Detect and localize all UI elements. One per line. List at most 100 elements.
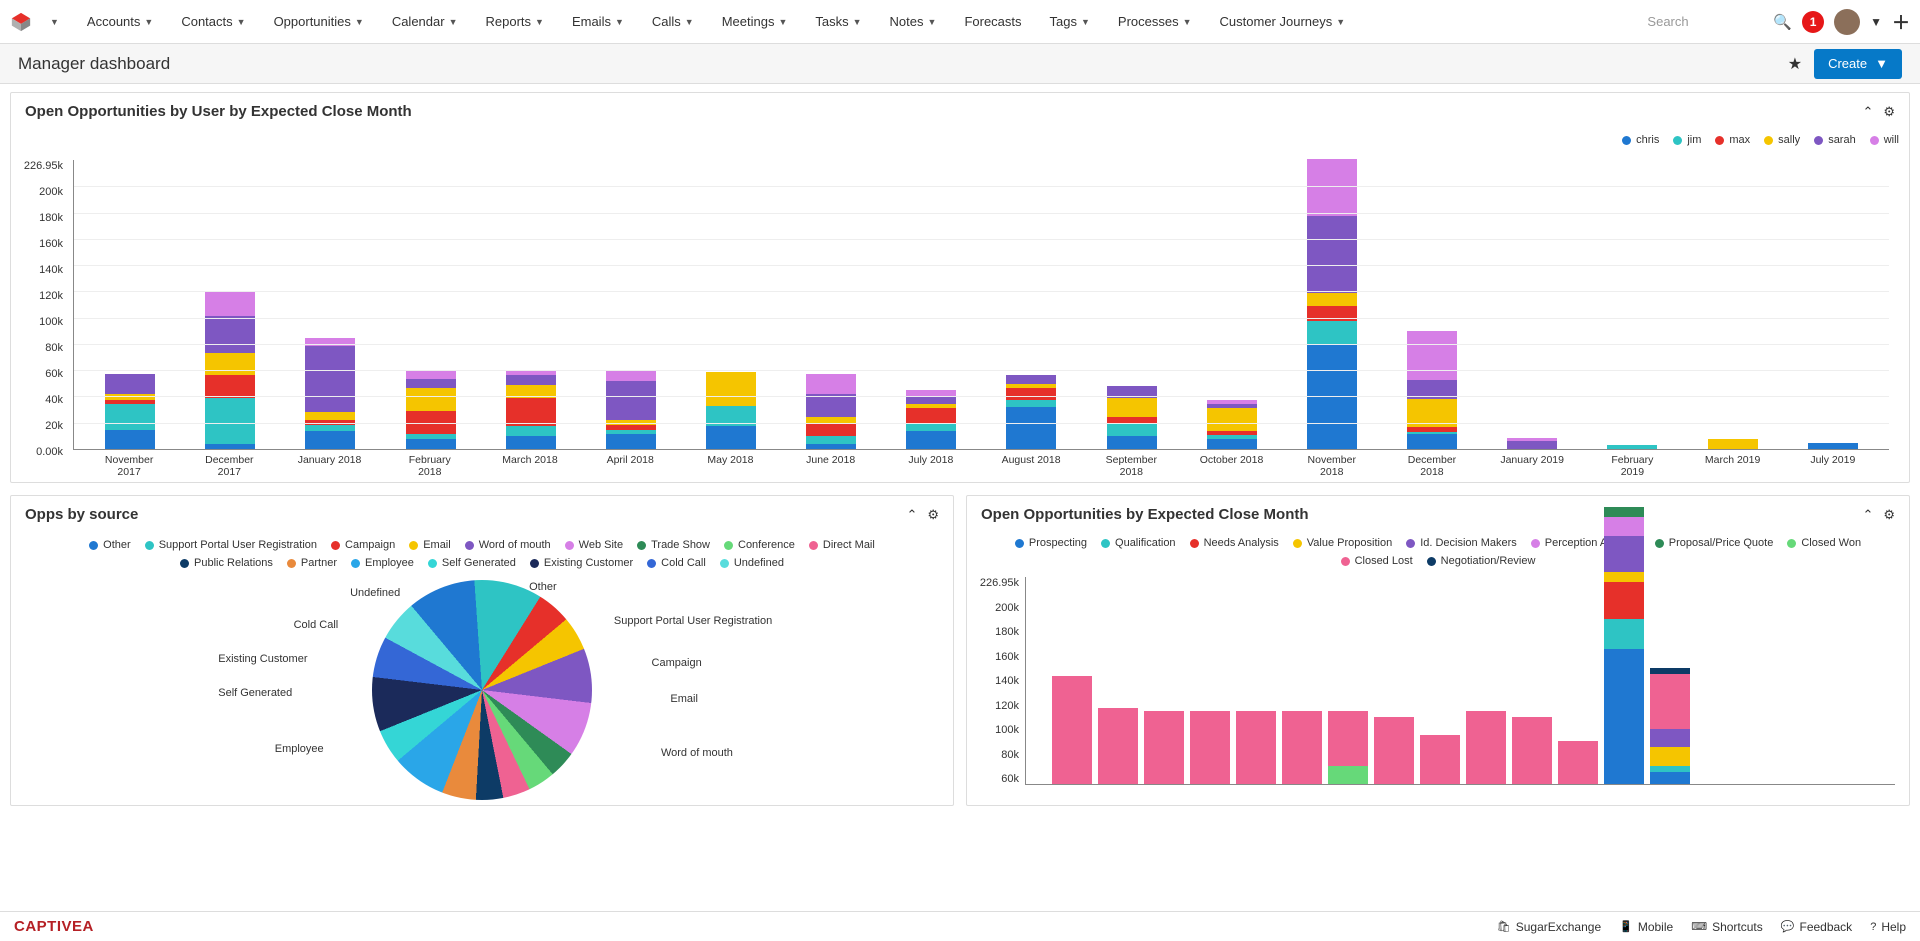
nav-item-processes[interactable]: Processes▼ bbox=[1104, 0, 1206, 44]
bar-column[interactable] bbox=[606, 371, 656, 449]
footer-link-feedback[interactable]: 💬Feedback bbox=[1781, 920, 1852, 934]
quick-create-icon[interactable]: ＋ bbox=[1892, 9, 1910, 35]
legend-item[interactable]: Self Generated bbox=[428, 557, 516, 569]
nav-item-accounts[interactable]: Accounts▼ bbox=[73, 0, 167, 44]
legend-item[interactable]: chris bbox=[1622, 134, 1659, 146]
pie-chart[interactable] bbox=[372, 580, 592, 800]
legend-item[interactable]: will bbox=[1870, 134, 1899, 146]
pie-slice-label: Existing Customer bbox=[218, 653, 307, 665]
legend-item[interactable]: max bbox=[1715, 134, 1750, 146]
nav-item-notes[interactable]: Notes▼ bbox=[876, 0, 951, 44]
collapse-icon[interactable]: ⌃ bbox=[1862, 104, 1873, 120]
bar-column[interactable] bbox=[1604, 507, 1644, 784]
legend-item[interactable]: Cold Call bbox=[647, 557, 706, 569]
bar-column[interactable] bbox=[1282, 711, 1322, 784]
nav-item-meetings[interactable]: Meetings▼ bbox=[708, 0, 802, 44]
legend-item[interactable]: Conference bbox=[724, 539, 795, 551]
bar-column[interactable] bbox=[1466, 711, 1506, 784]
legend-item[interactable]: Proposal/Price Quote bbox=[1655, 537, 1774, 549]
bar-column[interactable] bbox=[706, 372, 756, 449]
nav-item-contacts[interactable]: Contacts▼ bbox=[167, 0, 259, 44]
nav-item-emails[interactable]: Emails▼ bbox=[558, 0, 638, 44]
legend-item[interactable]: Prospecting bbox=[1015, 537, 1087, 549]
footer-link-sugarexchange[interactable]: 🛍SugarExchange bbox=[1497, 920, 1601, 934]
legend-item[interactable]: Web Site bbox=[565, 539, 623, 551]
legend-item[interactable]: sarah bbox=[1814, 134, 1856, 146]
legend-item[interactable]: Word of mouth bbox=[465, 539, 551, 551]
bar-column[interactable] bbox=[1808, 443, 1858, 449]
legend-item[interactable]: Id. Decision Makers bbox=[1406, 537, 1517, 549]
bar-column[interactable] bbox=[1207, 400, 1257, 449]
legend-item[interactable]: Qualification bbox=[1101, 537, 1176, 549]
bar-column[interactable] bbox=[1236, 711, 1276, 784]
gear-icon[interactable]: ⚙ bbox=[1883, 507, 1895, 523]
pie-slice-label: Word of mouth bbox=[661, 747, 733, 759]
legend-item[interactable]: Closed Won bbox=[1787, 537, 1861, 549]
legend-item[interactable]: jim bbox=[1673, 134, 1701, 146]
legend-item[interactable]: Email bbox=[409, 539, 451, 551]
bar-column[interactable] bbox=[506, 370, 556, 449]
legend-item[interactable]: Closed Lost bbox=[1341, 555, 1413, 567]
legend-item[interactable]: Needs Analysis bbox=[1190, 537, 1279, 549]
legend-item[interactable]: Campaign bbox=[331, 539, 395, 551]
nav-item-tasks[interactable]: Tasks▼ bbox=[801, 0, 875, 44]
bar-column[interactable] bbox=[105, 374, 155, 449]
legend-item[interactable]: Existing Customer bbox=[530, 557, 633, 569]
nav-item-calls[interactable]: Calls▼ bbox=[638, 0, 708, 44]
collapse-icon[interactable]: ⌃ bbox=[1862, 507, 1873, 523]
create-button[interactable]: Create▼ bbox=[1814, 49, 1902, 79]
bar-column[interactable] bbox=[1144, 711, 1184, 784]
favorite-star-icon[interactable]: ★ bbox=[1788, 54, 1802, 74]
bar-column[interactable] bbox=[1650, 668, 1690, 784]
bar-column[interactable] bbox=[1190, 711, 1230, 784]
legend-item[interactable]: Direct Mail bbox=[809, 539, 875, 551]
footer-link-help[interactable]: ?Help bbox=[1870, 920, 1906, 934]
nav-item-forecasts[interactable]: Forecasts bbox=[950, 0, 1035, 44]
bar-column[interactable] bbox=[1512, 717, 1552, 784]
app-logo[interactable] bbox=[10, 11, 32, 33]
legend-item[interactable]: sally bbox=[1764, 134, 1800, 146]
collapse-icon[interactable]: ⌃ bbox=[906, 507, 917, 523]
legend-item[interactable]: Negotiation/Review bbox=[1427, 555, 1536, 567]
bar-column[interactable] bbox=[1006, 375, 1056, 449]
nav-item-customer-journeys[interactable]: Customer Journeys▼ bbox=[1206, 0, 1360, 44]
legend-item[interactable]: Support Portal User Registration bbox=[145, 539, 317, 551]
legend-item[interactable]: Partner bbox=[287, 557, 337, 569]
bar-column[interactable] bbox=[406, 371, 456, 449]
bar-column[interactable] bbox=[806, 374, 856, 449]
nav-item-reports[interactable]: Reports▼ bbox=[472, 0, 558, 44]
legend-item[interactable]: Trade Show bbox=[637, 539, 710, 551]
bar-column[interactable] bbox=[1708, 439, 1758, 449]
search-icon[interactable]: 🔍 bbox=[1773, 13, 1792, 31]
nav-item-calendar[interactable]: Calendar▼ bbox=[378, 0, 472, 44]
bar-column[interactable] bbox=[1558, 741, 1598, 784]
user-menu-caret[interactable]: ▼ bbox=[1870, 15, 1882, 29]
footer-link-shortcuts[interactable]: ⌨Shortcuts bbox=[1691, 920, 1763, 934]
bar-column[interactable] bbox=[1328, 711, 1368, 784]
bar-column[interactable] bbox=[1098, 708, 1138, 784]
notification-badge[interactable]: 1 bbox=[1802, 11, 1824, 33]
legend-item[interactable]: Public Relations bbox=[180, 557, 273, 569]
gear-icon[interactable]: ⚙ bbox=[927, 507, 939, 523]
legend-item[interactable]: Employee bbox=[351, 557, 414, 569]
user-avatar[interactable] bbox=[1834, 9, 1860, 35]
footer-link-mobile[interactable]: 📱Mobile bbox=[1619, 920, 1673, 934]
bar-column[interactable] bbox=[1307, 159, 1357, 449]
gear-icon[interactable]: ⚙ bbox=[1883, 104, 1895, 120]
nav-item-opportunities[interactable]: Opportunities▼ bbox=[260, 0, 378, 44]
legend-item[interactable]: Undefined bbox=[720, 557, 784, 569]
bar-column[interactable] bbox=[906, 390, 956, 449]
legend-item[interactable]: Value Proposition bbox=[1293, 537, 1392, 549]
bar-column[interactable] bbox=[1420, 735, 1460, 784]
global-search-input[interactable] bbox=[1643, 10, 1763, 33]
chart-legend: Other Support Portal User Registration Cam… bbox=[11, 533, 953, 575]
nav-item-tags[interactable]: Tags▼ bbox=[1036, 0, 1104, 44]
bar-column[interactable] bbox=[1407, 331, 1457, 449]
app-menu-caret[interactable]: ▼ bbox=[36, 0, 73, 44]
bar-column[interactable] bbox=[305, 338, 355, 449]
bar-column[interactable] bbox=[1052, 676, 1092, 784]
legend-item[interactable]: Other bbox=[89, 539, 131, 551]
bar-column[interactable] bbox=[1507, 438, 1557, 449]
bar-column[interactable] bbox=[1374, 717, 1414, 784]
bar-column[interactable] bbox=[1607, 445, 1657, 449]
